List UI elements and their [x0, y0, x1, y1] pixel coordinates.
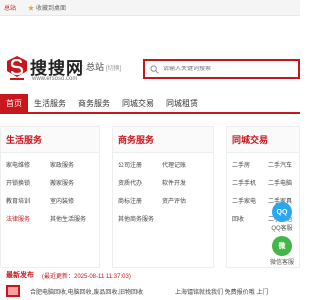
- search-input[interactable]: [163, 66, 283, 72]
- nav-local-rental[interactable]: 同城租赁: [160, 94, 204, 114]
- main-nav: 首页 生活服务 商务服务 同城交易 同城租赁: [0, 94, 300, 114]
- category-link[interactable]: 开锁换锁: [6, 178, 50, 187]
- category-link[interactable]: 教育培训: [6, 196, 50, 205]
- category-link[interactable]: 其他生活服务: [50, 214, 94, 223]
- qq-service-label[interactable]: QQ客服: [264, 223, 300, 232]
- switch-city-link[interactable]: [切换]: [106, 66, 121, 72]
- qq-icon[interactable]: QQ: [272, 202, 292, 222]
- post-thumbnail[interactable]: [6, 285, 20, 297]
- latest-update-time: (最近更新：2025-08-11 11:37:03): [42, 274, 131, 280]
- search-box[interactable]: [143, 59, 300, 79]
- category-title[interactable]: 生活服务: [1, 127, 99, 153]
- latest-posts-list: 合肥电脑回收,电脑回收,废品回收,旧物回收 上海镭铭就找我们 免费报价哦 上门: [0, 283, 300, 300]
- category-section: 生活服务 家电维修 家政服务 开锁换锁 搬家服务 教育培训 室内装修 法律服务 其他生活…: [0, 126, 300, 268]
- category-title[interactable]: 同城交易: [227, 127, 299, 153]
- home-link[interactable]: 总站: [4, 3, 16, 12]
- post-title-link[interactable]: 合肥电脑回收,电脑回收,废品回收,旧物回收: [30, 287, 143, 296]
- category-link[interactable]: 二手汽车: [268, 160, 298, 169]
- favorite-label: 收藏到桌面: [36, 6, 67, 12]
- category-link[interactable]: 家政服务: [50, 160, 94, 169]
- wechat-icon[interactable]: 微: [272, 236, 292, 256]
- floating-service-panel: QQ QQ客服 微 微信客服: [264, 202, 300, 270]
- latest-posts-header: 最新发布 (最近更新：2025-08-11 11:37:03): [0, 268, 300, 282]
- category-title[interactable]: 商务服务: [113, 127, 213, 153]
- category-link[interactable]: 商标注册: [118, 196, 162, 205]
- category-link[interactable]: 二手房: [232, 160, 268, 169]
- wechat-service-label[interactable]: 微信客服: [264, 257, 300, 266]
- logo-domain: www.ersoso.com: [32, 76, 78, 82]
- category-link[interactable]: 搬家服务: [50, 178, 94, 187]
- logo-icon[interactable]: [6, 55, 28, 83]
- top-bar: 总站 收藏到桌面: [0, 0, 300, 16]
- category-link[interactable]: 代理记账: [162, 160, 206, 169]
- nav-home[interactable]: 首页: [0, 94, 28, 114]
- category-life: 生活服务 家电维修 家政服务 开锁换锁 搬家服务 教育培训 室内装修 法律服务 其他生活…: [0, 126, 100, 268]
- nav-local-trade[interactable]: 同城交易: [116, 94, 160, 114]
- category-link[interactable]: 公司注册: [118, 160, 162, 169]
- category-link[interactable]: 二手电脑: [268, 178, 298, 187]
- star-icon: [28, 4, 34, 11]
- category-link[interactable]: 资质代办: [118, 178, 162, 187]
- header: 搜搜网 www.ersoso.com · 总站 [切换]: [0, 17, 300, 87]
- separator: ·: [81, 61, 84, 70]
- category-business: 商务服务 公司注册 代理记账 资质代办 软件开发 商标注册 资产评估 其他商务服务: [112, 126, 214, 268]
- category-link[interactable]: 回收: [232, 214, 268, 223]
- site-name: 总站 [切换]: [86, 60, 121, 73]
- category-link[interactable]: 家电维修: [6, 160, 50, 169]
- category-link[interactable]: 软件开发: [162, 178, 206, 187]
- nav-life-services[interactable]: 生活服务: [28, 94, 72, 114]
- category-link[interactable]: 其他商务服务: [118, 214, 162, 223]
- category-link[interactable]: 室内装修: [50, 196, 94, 205]
- category-link[interactable]: 资产评估: [162, 196, 206, 205]
- favorite-link[interactable]: 收藏到桌面: [28, 3, 66, 12]
- site-name-label: 总站: [86, 62, 105, 72]
- search-icon: [150, 64, 159, 74]
- nav-business-services[interactable]: 商务服务: [72, 94, 116, 114]
- category-link[interactable]: 二手手机: [232, 178, 268, 187]
- post-title-link[interactable]: 上海镭铭就找我们 免费报价哦 上门: [175, 287, 268, 296]
- category-link[interactable]: 法律服务: [6, 214, 50, 223]
- latest-label: 最新发布: [6, 272, 34, 279]
- category-link[interactable]: 二手家电: [232, 196, 268, 205]
